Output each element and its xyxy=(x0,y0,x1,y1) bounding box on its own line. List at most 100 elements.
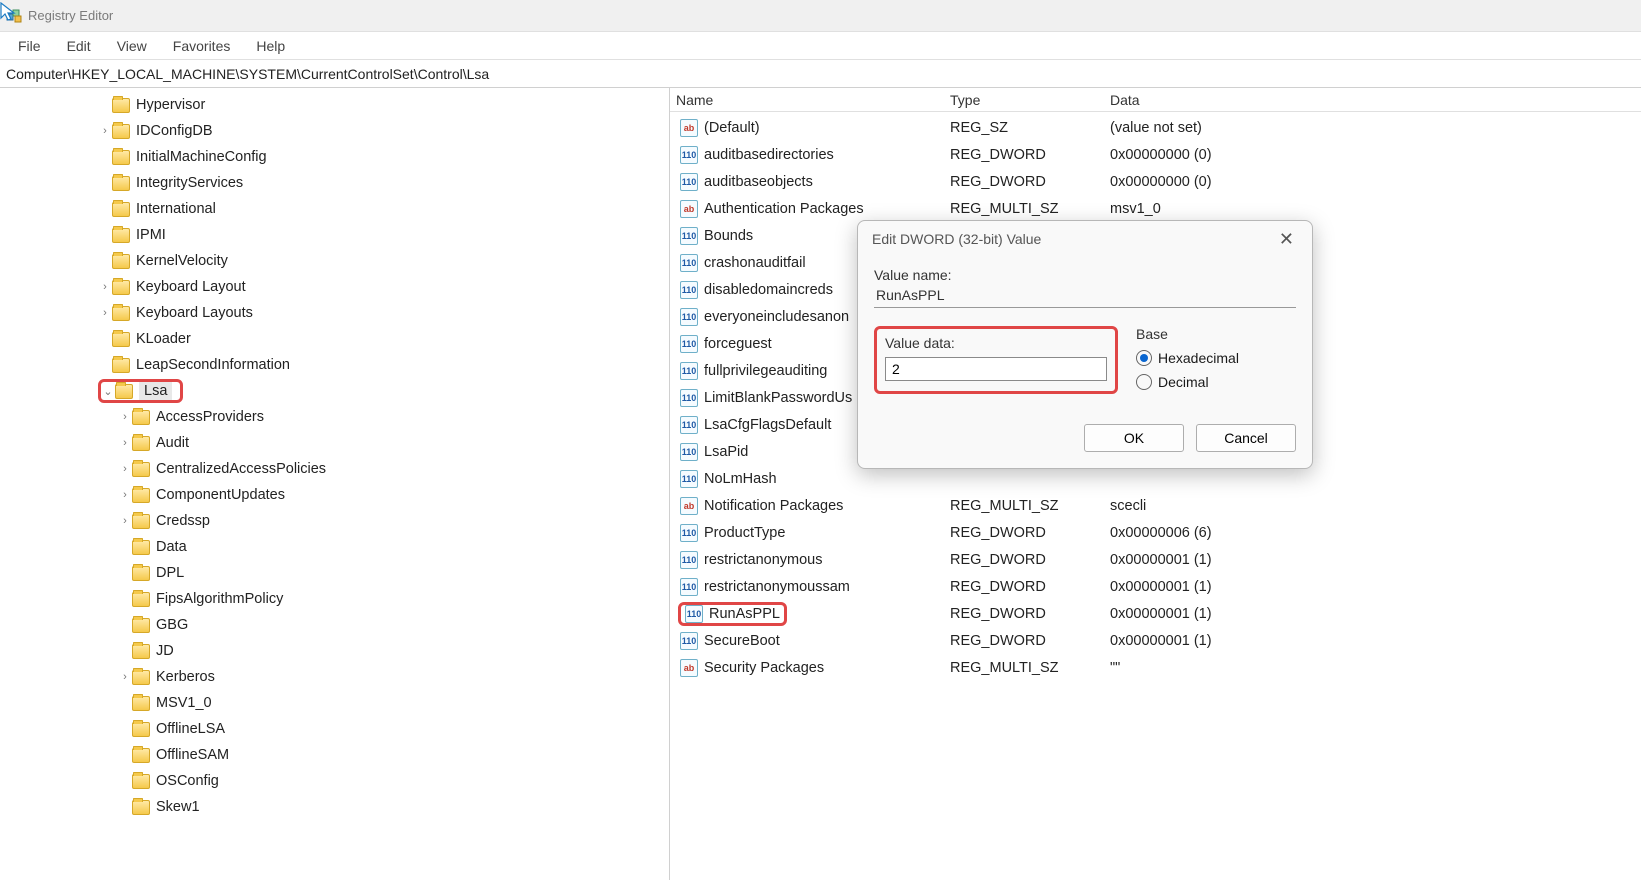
list-header[interactable]: Name Type Data xyxy=(670,88,1641,112)
value-name: (Default) xyxy=(704,120,760,136)
chevron-right-icon[interactable]: › xyxy=(98,281,112,293)
reg-dword-icon: 110 xyxy=(680,146,698,164)
tree-label: LeapSecondInformation xyxy=(136,357,290,373)
col-header-type[interactable]: Type xyxy=(950,92,1110,108)
menu-file[interactable]: File xyxy=(6,34,53,58)
tree-item-lsa[interactable]: ⌄ Lsa xyxy=(0,378,669,404)
chevron-right-icon[interactable]: › xyxy=(118,437,132,449)
cancel-button[interactable]: Cancel xyxy=(1196,424,1296,452)
tree-item-kerberos[interactable]: › Kerberos xyxy=(0,664,669,690)
tree-item-international[interactable]: International xyxy=(0,196,669,222)
tree-label: AccessProviders xyxy=(156,409,264,425)
tree-item-hypervisor[interactable]: Hypervisor xyxy=(0,92,669,118)
tree-label: Kerberos xyxy=(156,669,215,685)
chevron-right-icon[interactable]: › xyxy=(98,125,112,137)
value-data: 0x00000001 (1) xyxy=(1110,633,1641,649)
tree-item-skew1[interactable]: Skew1 xyxy=(0,794,669,820)
tree-item-keyboard-layout[interactable]: ›Keyboard Layout xyxy=(0,274,669,300)
tree-item-msv1_0[interactable]: MSV1_0 xyxy=(0,690,669,716)
tree-item-ipmi[interactable]: IPMI xyxy=(0,222,669,248)
value-data-input[interactable] xyxy=(885,357,1107,381)
list-item--default-[interactable]: ab(Default)REG_SZ(value not set) xyxy=(670,114,1641,141)
tree-label: Lsa xyxy=(139,382,172,400)
tree-item-integrityservices[interactable]: IntegrityServices xyxy=(0,170,669,196)
radio-hexadecimal[interactable]: Hexadecimal xyxy=(1136,350,1296,366)
tree-item-dpl[interactable]: DPL xyxy=(0,560,669,586)
value-name: restrictanonymous xyxy=(704,552,822,568)
tree-item-kloader[interactable]: KLoader xyxy=(0,326,669,352)
value-type: REG_DWORD xyxy=(950,579,1110,595)
tree-item-offlinesam[interactable]: OfflineSAM xyxy=(0,742,669,768)
tree-item-componentupdates[interactable]: ›ComponentUpdates xyxy=(0,482,669,508)
value-type: REG_DWORD xyxy=(950,552,1110,568)
tree-label: GBG xyxy=(156,617,188,633)
tree-label: International xyxy=(136,201,216,217)
tree-pane[interactable]: Hypervisor›IDConfigDBInitialMachineConfi… xyxy=(0,88,670,880)
radio-decimal[interactable]: Decimal xyxy=(1136,374,1296,390)
list-item-nolmhash[interactable]: 110NoLmHash xyxy=(670,465,1641,492)
list-item-authentication-packages[interactable]: abAuthentication PackagesREG_MULTI_SZmsv… xyxy=(670,195,1641,222)
value-name: Security Packages xyxy=(704,660,824,676)
tree-label: OfflineSAM xyxy=(156,747,229,763)
tree-item-leapsecondinformation[interactable]: LeapSecondInformation xyxy=(0,352,669,378)
value-name: fullprivilegeauditing xyxy=(704,363,827,379)
chevron-right-icon[interactable]: › xyxy=(98,307,112,319)
tree-item-centralizedaccesspolicies[interactable]: ›CentralizedAccessPolicies xyxy=(0,456,669,482)
value-name: Notification Packages xyxy=(704,498,843,514)
tree-item-accessproviders[interactable]: › AccessProviders xyxy=(0,404,669,430)
list-item-auditbaseobjects[interactable]: 110auditbaseobjectsREG_DWORD0x00000000 (… xyxy=(670,168,1641,195)
tree-item-initialmachineconfig[interactable]: InitialMachineConfig xyxy=(0,144,669,170)
list-item-restrictanonymoussam[interactable]: 110restrictanonymoussamREG_DWORD0x000000… xyxy=(670,573,1641,600)
value-type: REG_DWORD xyxy=(950,147,1110,163)
reg-dword-icon: 110 xyxy=(680,443,698,461)
value-name-field[interactable] xyxy=(874,283,1296,308)
folder-icon xyxy=(112,98,130,113)
folder-icon xyxy=(112,202,130,217)
chevron-right-icon[interactable]: › xyxy=(118,463,132,475)
list-item-security-packages[interactable]: abSecurity PackagesREG_MULTI_SZ"" xyxy=(670,654,1641,681)
menu-help[interactable]: Help xyxy=(244,34,297,58)
folder-icon xyxy=(132,540,150,555)
address-bar[interactable]: Computer\HKEY_LOCAL_MACHINE\SYSTEM\Curre… xyxy=(0,60,1641,88)
edit-dword-dialog: Edit DWORD (32-bit) Value ✕ Value name: … xyxy=(857,220,1313,469)
tree-item-gbg[interactable]: GBG xyxy=(0,612,669,638)
list-pane[interactable]: Name Type Data ab(Default)REG_SZ(value n… xyxy=(670,88,1641,880)
menu-edit[interactable]: Edit xyxy=(55,34,103,58)
tree-item-jd[interactable]: JD xyxy=(0,638,669,664)
col-header-name[interactable]: Name xyxy=(670,92,950,108)
value-data: "" xyxy=(1110,660,1641,676)
chevron-right-icon[interactable]: › xyxy=(118,515,132,527)
value-type: REG_SZ xyxy=(950,120,1110,136)
value-data: msv1_0 xyxy=(1110,201,1641,217)
list-item-producttype[interactable]: 110ProductTypeREG_DWORD0x00000006 (6) xyxy=(670,519,1641,546)
tree-label: Data xyxy=(156,539,187,555)
value-name: LsaCfgFlagsDefault xyxy=(704,417,831,433)
tree-item-kernelvelocity[interactable]: KernelVelocity xyxy=(0,248,669,274)
list-item-runasppl[interactable]: 110RunAsPPLREG_DWORD0x00000001 (1) xyxy=(670,600,1641,627)
list-item-secureboot[interactable]: 110SecureBootREG_DWORD0x00000001 (1) xyxy=(670,627,1641,654)
tree-label: MSV1_0 xyxy=(156,695,212,711)
tree-item-keyboard-layouts[interactable]: ›Keyboard Layouts xyxy=(0,300,669,326)
tree-item-audit[interactable]: ›Audit xyxy=(0,430,669,456)
col-header-data[interactable]: Data xyxy=(1110,92,1641,108)
value-type: REG_DWORD xyxy=(950,606,1110,622)
chevron-down-icon[interactable]: ⌄ xyxy=(101,385,115,398)
tree-item-credssp[interactable]: ›Credssp xyxy=(0,508,669,534)
list-item-restrictanonymous[interactable]: 110restrictanonymousREG_DWORD0x00000001 … xyxy=(670,546,1641,573)
tree-item-osconfig[interactable]: OSConfig xyxy=(0,768,669,794)
menu-view[interactable]: View xyxy=(105,34,159,58)
tree-item-idconfigdb[interactable]: ›IDConfigDB xyxy=(0,118,669,144)
titlebar: Registry Editor xyxy=(0,0,1641,32)
reg-dword-icon: 110 xyxy=(680,578,698,596)
menu-favorites[interactable]: Favorites xyxy=(161,34,243,58)
chevron-right-icon[interactable]: › xyxy=(118,411,132,423)
ok-button[interactable]: OK xyxy=(1084,424,1184,452)
chevron-right-icon[interactable]: › xyxy=(118,671,132,683)
list-item-auditbasedirectories[interactable]: 110auditbasedirectoriesREG_DWORD0x000000… xyxy=(670,141,1641,168)
close-icon[interactable]: ✕ xyxy=(1271,227,1302,252)
chevron-right-icon[interactable]: › xyxy=(118,489,132,501)
tree-item-fipsalgorithmpolicy[interactable]: FipsAlgorithmPolicy xyxy=(0,586,669,612)
tree-item-offlinelsa[interactable]: OfflineLSA xyxy=(0,716,669,742)
list-item-notification-packages[interactable]: abNotification PackagesREG_MULTI_SZscecl… xyxy=(670,492,1641,519)
tree-item-data[interactable]: Data xyxy=(0,534,669,560)
